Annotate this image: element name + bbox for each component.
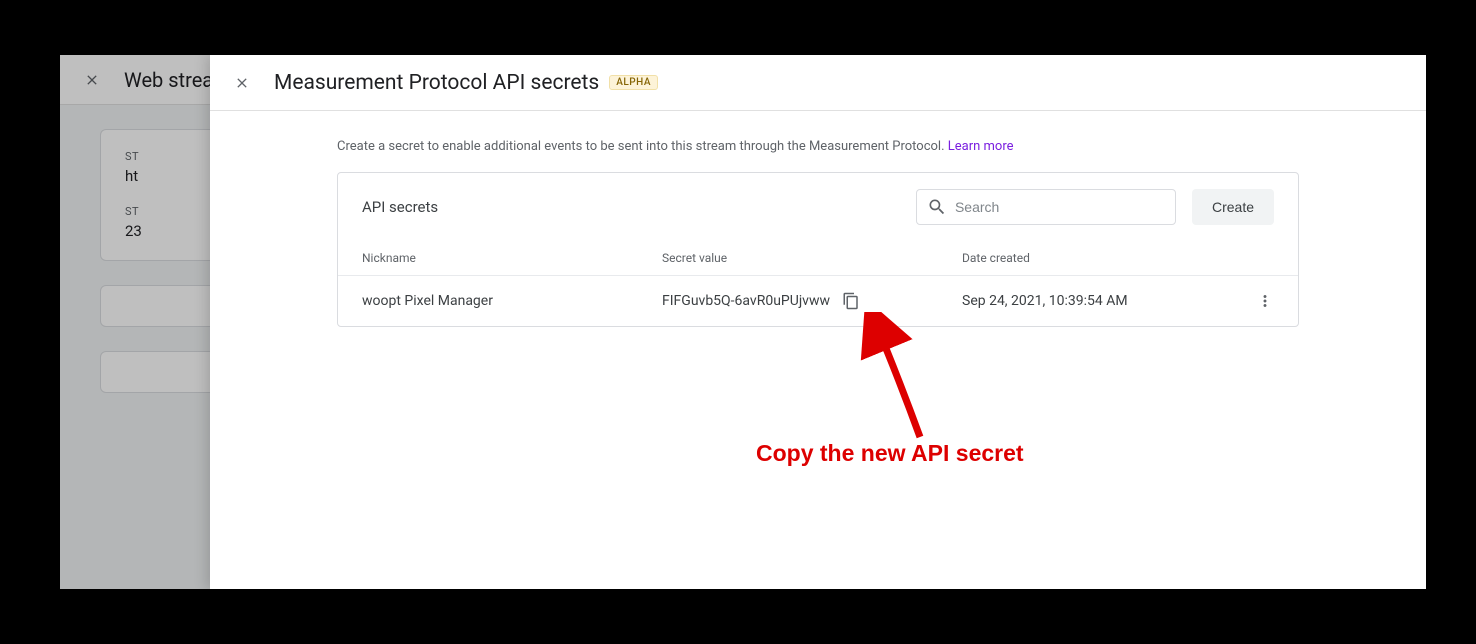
row-nickname: woopt Pixel Manager [362, 293, 662, 309]
row-secret-value: FIFGuvb5Q-6avR0uPUjvww [662, 293, 830, 309]
help-text: Create a secret to enable additional eve… [337, 139, 1299, 154]
table-row: woopt Pixel Manager FIFGuvb5Q-6avR0uPUjv… [338, 276, 1298, 326]
api-secrets-card: API secrets Create Nickname Secret value… [337, 172, 1299, 327]
alpha-badge: ALPHA [609, 75, 658, 90]
row-date: Sep 24, 2021, 10:39:54 AM [962, 293, 1234, 309]
table-header: Nickname Secret value Date created [338, 241, 1298, 276]
more-icon[interactable] [1234, 292, 1274, 310]
modal-panel: Measurement Protocol API secrets ALPHA C… [210, 55, 1426, 589]
search-input-wrap[interactable] [916, 189, 1176, 225]
create-button[interactable]: Create [1192, 189, 1274, 225]
column-nickname: Nickname [362, 251, 662, 265]
search-input[interactable] [955, 199, 1165, 215]
card-title: API secrets [362, 198, 916, 216]
column-date: Date created [962, 251, 1234, 265]
copy-icon[interactable] [842, 292, 860, 310]
modal-header: Measurement Protocol API secrets ALPHA [210, 55, 1426, 111]
learn-more-link[interactable]: Learn more [948, 139, 1014, 154]
search-icon [927, 197, 947, 217]
card-header: API secrets Create [338, 173, 1298, 241]
modal-title: Measurement Protocol API secrets [274, 71, 599, 95]
close-icon[interactable] [230, 71, 254, 95]
column-secret: Secret value [662, 251, 962, 265]
